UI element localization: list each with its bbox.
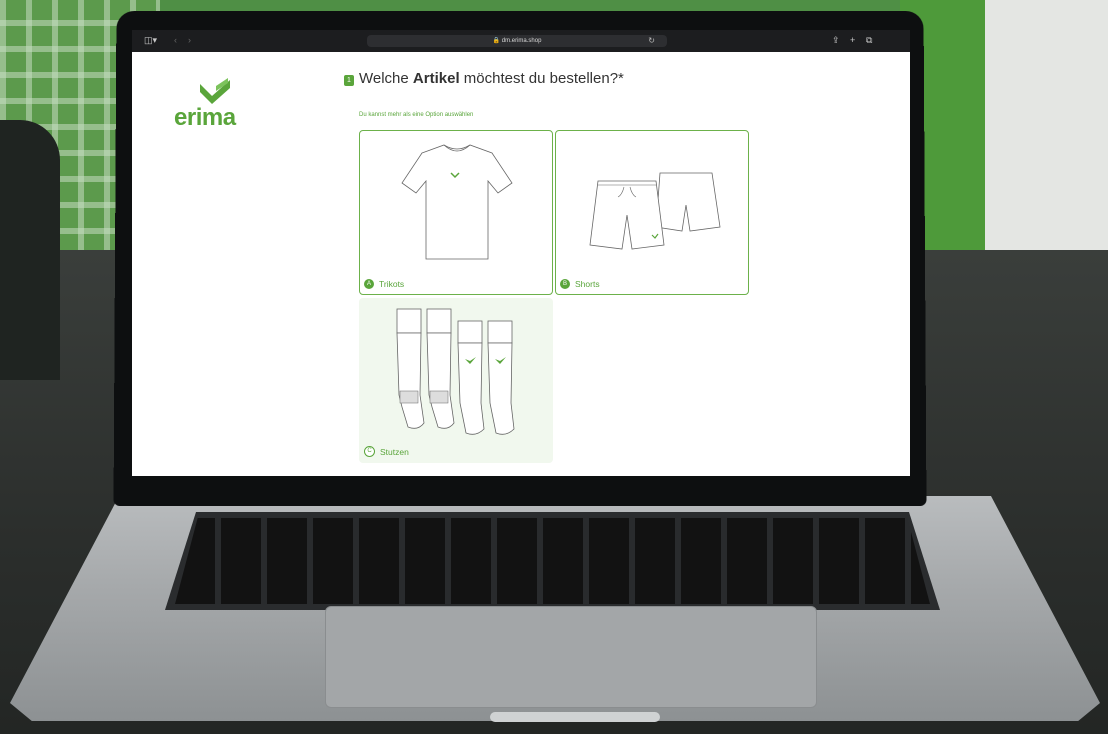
share-icon[interactable]: ⇪ (832, 35, 840, 46)
keyboard-keys (175, 518, 930, 604)
chair (0, 120, 60, 380)
option-key-b: B (560, 279, 570, 289)
option-card-trikots[interactable]: A Trikots (359, 130, 553, 295)
question-text-end: möchtest du bestellen?* (459, 70, 624, 87)
option-key-a: A (364, 279, 374, 289)
reload-icon[interactable]: ↻ (648, 35, 655, 47)
erima-mark-icon (200, 78, 230, 104)
tabs-icon[interactable]: ⧉ (866, 35, 872, 46)
option-label-a: A Trikots (364, 279, 404, 289)
laptop-screen: ◫▾ ‹ › 🔒 dm.erima.shop ↻ ⇪ + ⧉ erima 1 We… (132, 30, 910, 476)
sidebar-icon[interactable]: ◫▾ (144, 35, 157, 46)
background-wall-right (985, 0, 1108, 270)
option-key-c: C (364, 446, 375, 457)
erima-logo: erima (170, 78, 252, 131)
question-text-bold: Artikel (412, 70, 460, 87)
option-text-stutzen: Stutzen (380, 446, 409, 457)
tshirt-illustration (401, 144, 513, 260)
socks-illustration (396, 308, 515, 435)
question-hint: Du kannst mehr als eine Option auswählen (359, 112, 474, 118)
question-text-start: Welche (359, 70, 413, 87)
erima-wordmark: erima (174, 104, 236, 131)
lock-icon: 🔒 (492, 38, 501, 44)
trackpad (325, 606, 817, 708)
question-number: 1 (344, 75, 354, 86)
address-bar[interactable]: 🔒 dm.erima.shop ↻ (367, 35, 667, 47)
question-title: 1 Welche Artikel möchtest du bestellen?* (344, 70, 624, 87)
option-label-b: B Shorts (560, 279, 600, 289)
laptop-front-notch (490, 712, 660, 722)
back-icon[interactable]: ‹ (174, 35, 177, 45)
browser-toolbar: ◫▾ ‹ › 🔒 dm.erima.shop ↻ ⇪ + ⧉ (132, 30, 910, 52)
option-card-shorts[interactable]: B Shorts (555, 130, 749, 295)
option-text-shorts: Shorts (575, 279, 600, 289)
new-tab-icon[interactable]: + (850, 35, 855, 45)
option-label-c: C Stutzen (364, 446, 409, 457)
option-card-stutzen[interactable]: C Stutzen (359, 298, 553, 463)
url-text: dm.erima.shop (501, 38, 542, 44)
forward-icon[interactable]: › (188, 35, 191, 45)
shorts-illustration (589, 172, 721, 250)
option-text-trikots: Trikots (379, 279, 405, 289)
